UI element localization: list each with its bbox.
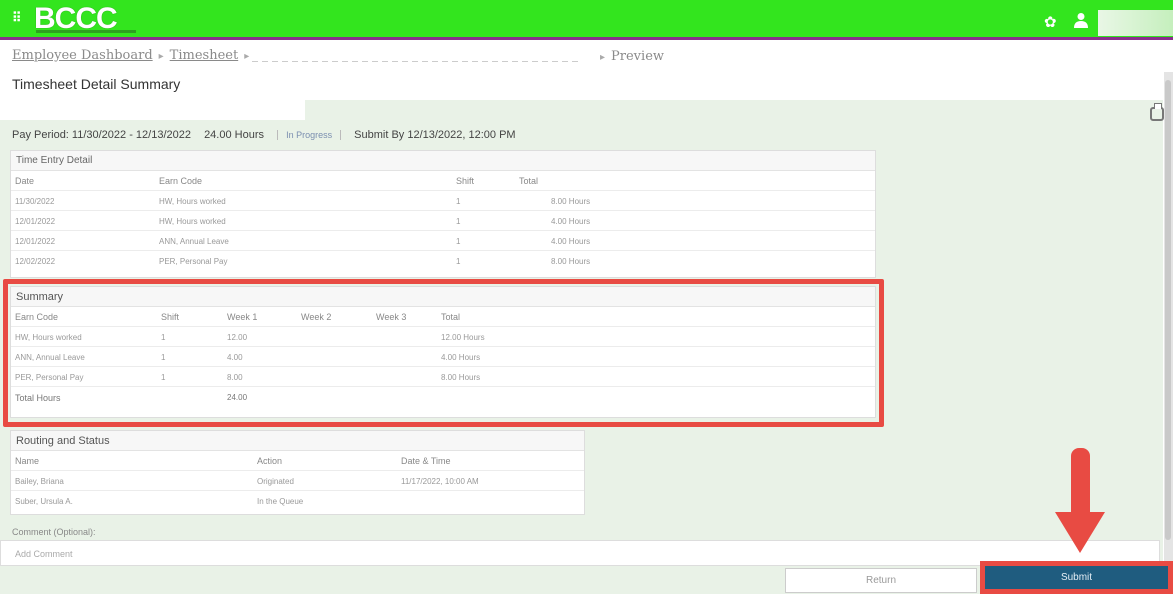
page-title: Timesheet Detail Summary (12, 76, 181, 92)
routing-status-title: Routing and Status (11, 431, 584, 451)
annotation-arrow-head (1055, 512, 1105, 553)
cell-total: 4.00 Hours (551, 217, 591, 226)
pay-hours: 24.00 Hours (204, 129, 264, 141)
table-row: Suber, Ursula A. In the Queue (11, 491, 584, 511)
cell-name: Suber, Ursula A. (15, 497, 73, 506)
cell-date-time: 11/17/2022, 10:00 AM (401, 477, 479, 486)
breadcrumb-separator: ▸ (600, 52, 606, 63)
col-name: Name (15, 456, 40, 466)
col-total: Total (519, 176, 539, 186)
cell-date: 11/30/2022 (15, 197, 55, 206)
comment-label: Comment (Optional): (12, 527, 96, 537)
cell-action: In the Queue (257, 497, 304, 506)
gear-icon[interactable]: ✿ (1044, 13, 1057, 31)
annotation-arrow-shaft (1071, 448, 1090, 516)
breadcrumb-preview: ▸ Preview (594, 49, 664, 64)
header-spacer (0, 100, 305, 120)
breadcrumb-redacted (252, 61, 582, 62)
cell-date: 12/02/2022 (15, 257, 56, 266)
breadcrumb-preview-label: Preview (611, 49, 665, 64)
submit-by: Submit By 12/13/2022, 12:00 PM (354, 129, 516, 141)
print-icon[interactable] (1150, 103, 1164, 121)
top-bar: ⠿ BCCC ✿ (0, 0, 1173, 40)
status-badge: In Progress (277, 130, 342, 140)
cell-shift: 1 (456, 237, 461, 246)
col-action: Action (257, 456, 283, 466)
summary-highlight-box (3, 279, 884, 427)
cell-shift: 1 (456, 197, 461, 206)
user-icon[interactable] (1074, 12, 1088, 33)
breadcrumb-timesheet[interactable]: Timesheet (170, 48, 239, 63)
time-entry-detail-card: Time Entry Detail Date Earn Code Shift T… (10, 150, 876, 278)
cell-earn-code: HW, Hours worked (159, 217, 226, 226)
return-button[interactable]: Return (785, 568, 977, 593)
cell-date: 12/01/2022 (15, 237, 56, 246)
col-date: Date (15, 176, 35, 186)
cell-earn-code: PER, Personal Pay (159, 257, 228, 266)
breadcrumb-separator: ▸ (158, 51, 164, 62)
submit-button[interactable]: Submit (985, 566, 1168, 589)
time-entry-detail-title: Time Entry Detail (11, 151, 875, 171)
table-row: 11/30/2022 HW, Hours worked 1 8.00 Hours (11, 191, 875, 211)
menu-icon[interactable]: ⠿ (12, 11, 24, 24)
col-shift: Shift (456, 176, 475, 186)
cell-total: 4.00 Hours (551, 237, 591, 246)
cell-action: Originated (257, 477, 294, 486)
table-row: 12/02/2022 PER, Personal Pay 1 8.00 Hour… (11, 251, 875, 271)
table-header-row: Name Action Date & Time (11, 451, 584, 471)
user-name-box[interactable] (1098, 10, 1173, 36)
cell-earn-code: ANN, Annual Leave (159, 237, 229, 246)
table-row: 12/01/2022 ANN, Annual Leave 1 4.00 Hour… (11, 231, 875, 251)
scrollbar-thumb[interactable] (1165, 80, 1171, 540)
col-date-time: Date & Time (401, 456, 451, 466)
routing-status-card: Routing and Status Name Action Date & Ti… (10, 430, 585, 515)
cell-date: 12/01/2022 (15, 217, 56, 226)
table-row: Bailey, Briana Originated 11/17/2022, 10… (11, 471, 584, 491)
cell-shift: 1 (456, 217, 461, 226)
col-earn-code: Earn Code (159, 176, 203, 186)
table-row: 12/01/2022 HW, Hours worked 1 4.00 Hours (11, 211, 875, 231)
breadcrumb-employee-dashboard[interactable]: Employee Dashboard (12, 48, 153, 63)
breadcrumb-separator: ▸ (244, 51, 250, 62)
logo-tagline-bar (36, 30, 136, 33)
cell-name: Bailey, Briana (15, 477, 64, 486)
pay-period-line: Pay Period: 11/30/2022 - 12/13/2022 24.0… (12, 129, 526, 141)
user-icon-glyph (1074, 13, 1088, 28)
cell-total: 8.00 Hours (551, 197, 591, 206)
cell-shift: 1 (456, 257, 461, 266)
table-header-row: Date Earn Code Shift Total (11, 171, 875, 191)
pay-period: Pay Period: 11/30/2022 - 12/13/2022 (12, 129, 191, 141)
cell-total: 8.00 Hours (551, 257, 591, 266)
breadcrumb: Employee Dashboard ▸ Timesheet ▸ (12, 48, 255, 63)
cell-earn-code: HW, Hours worked (159, 197, 226, 206)
